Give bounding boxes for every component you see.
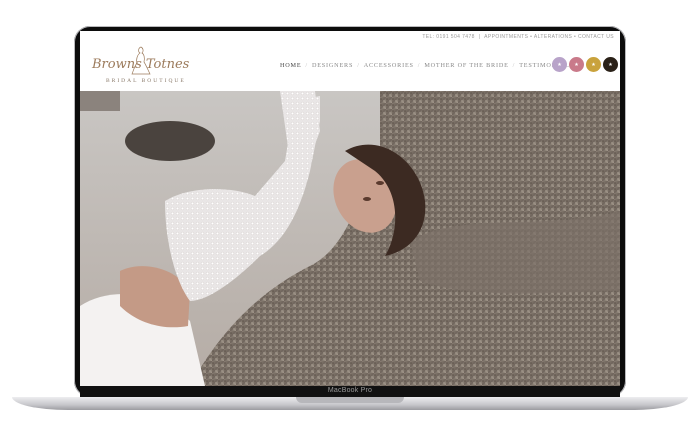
- browser-viewport: TEL: 0191 504 7478 | APPOINTMENTS • ALTE…: [80, 31, 620, 386]
- nav-mother-of-the-bride[interactable]: MOTHER OF THE BRIDE: [422, 62, 510, 69]
- award-badge-icon[interactable]: ★: [552, 57, 567, 72]
- nav-accessories[interactable]: ACCESSORIES: [362, 62, 416, 69]
- logo-subtitle: BRIDAL BOUTIQUE: [106, 78, 186, 84]
- phone-number[interactable]: TEL: 0191 504 7478: [422, 34, 475, 40]
- nav-designers[interactable]: DESIGNERS: [310, 62, 355, 69]
- topbar-separator: |: [478, 34, 481, 40]
- top-utility-bar: TEL: 0191 504 7478 | APPOINTMENTS • ALTE…: [420, 34, 614, 40]
- award-badge-icon[interactable]: ★: [569, 57, 584, 72]
- laptop-chin: MacBook Pro: [80, 386, 620, 397]
- hero-image: [80, 91, 620, 386]
- award-badge-icon[interactable]: ★: [603, 57, 618, 72]
- main-navigation: HOME / DESIGNERS / ACCESSORIES / MOTHER …: [278, 62, 576, 69]
- topbar-links[interactable]: APPOINTMENTS • ALTERATIONS • CONTACT US: [484, 34, 614, 40]
- site-logo[interactable]: Browns Totnes BRIDAL BOUTIQUE: [92, 45, 202, 91]
- device-model-label: MacBook Pro: [327, 387, 373, 394]
- award-badge-icon[interactable]: ★: [586, 57, 601, 72]
- nav-home[interactable]: HOME: [278, 62, 303, 69]
- award-badges: ★ ★ ★ ★: [550, 57, 618, 72]
- laptop-opening-notch: [296, 397, 404, 403]
- logo-wordmark: Browns Totnes: [92, 57, 190, 72]
